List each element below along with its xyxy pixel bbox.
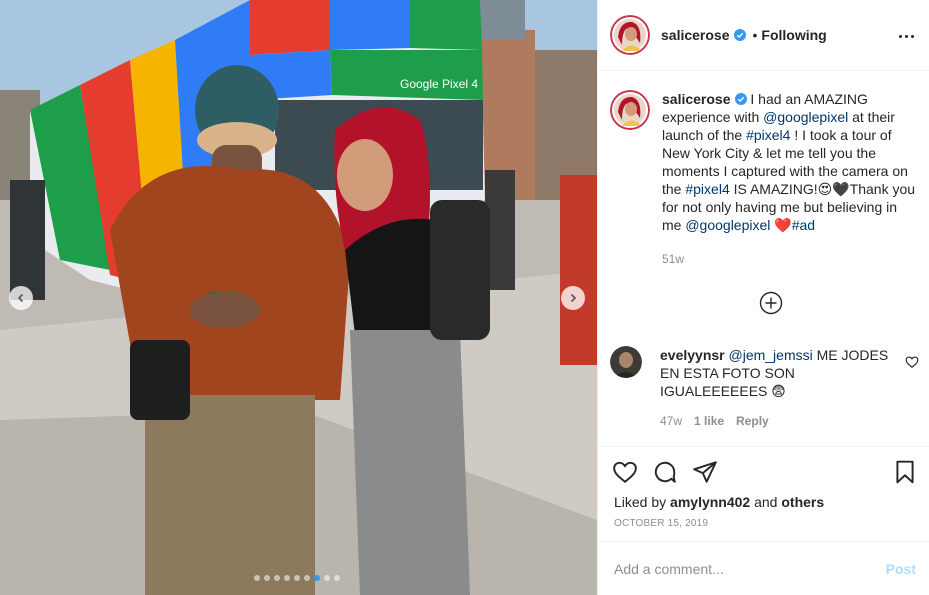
comment-like-count[interactable]: 1 like	[694, 414, 724, 428]
instagram-post: Google Pixel 4 salicerose • Following sa…	[0, 0, 929, 595]
chevron-right-icon	[570, 293, 577, 303]
avatar-image	[610, 15, 650, 55]
carousel-dot	[284, 575, 290, 581]
like-heart-icon[interactable]	[612, 459, 638, 485]
carousel-dot	[314, 575, 320, 581]
comment-bubble-icon[interactable]	[652, 459, 678, 485]
commenter-username[interactable]: evelyynsr	[660, 347, 725, 363]
following-button[interactable]: Following	[761, 27, 826, 43]
carousel-dot	[334, 575, 340, 581]
next-photo-button[interactable]	[561, 286, 585, 310]
carousel-dot	[304, 575, 310, 581]
bus-brand-text: Google Pixel 4	[400, 77, 478, 91]
author-username[interactable]: salicerose	[661, 27, 730, 43]
liked-by-summary: Liked by amylynn402 and others	[614, 494, 824, 510]
more-dot-icon	[904, 34, 908, 38]
commenter-avatar[interactable]	[610, 346, 642, 378]
verified-badge-icon	[733, 29, 746, 41]
hashtag-link[interactable]: #pixel4	[746, 127, 790, 143]
author-avatar[interactable]	[610, 15, 650, 55]
caption: salicerose I had an AMAZING experience w…	[610, 90, 920, 234]
comment-input[interactable]	[614, 560, 886, 577]
carousel-dot	[264, 575, 270, 581]
header-separator: •	[752, 27, 758, 43]
hashtag-link[interactable]: #pixel4	[685, 181, 729, 197]
comment-composer: Post	[598, 541, 929, 595]
more-dot-icon	[898, 34, 902, 38]
more-dot-icon	[910, 34, 914, 38]
like-comment-heart-icon[interactable]	[905, 355, 919, 369]
mention-link[interactable]: @jem_jemssi	[729, 347, 813, 363]
mention-link[interactable]: @googlepixel	[763, 109, 848, 125]
plus-circle-icon	[759, 291, 783, 315]
photo-scene: Google Pixel 4	[0, 0, 597, 595]
carousel-dot	[274, 575, 280, 581]
load-more-comments-button[interactable]	[759, 291, 783, 315]
comment-meta: 47w 1 like Reply	[660, 414, 769, 428]
verified-badge-icon	[734, 93, 747, 105]
post-side-panel: salicerose • Following salicerose I had …	[597, 0, 929, 595]
reply-button[interactable]: Reply	[736, 414, 769, 428]
avatar-image	[610, 90, 650, 130]
caption-username[interactable]: salicerose	[662, 91, 731, 107]
mention-link[interactable]: @googlepixel	[685, 217, 770, 233]
share-paper-plane-icon[interactable]	[692, 459, 718, 485]
caption-timestamp[interactable]: 51w	[662, 252, 684, 266]
post-date[interactable]: OCTOBER 15, 2019	[614, 518, 708, 529]
caption-avatar[interactable]	[610, 90, 650, 130]
previous-photo-button[interactable]	[9, 286, 33, 310]
more-options-button[interactable]	[896, 26, 916, 46]
action-bar	[598, 446, 929, 447]
caption-segment: ❤️	[770, 217, 792, 233]
liked-by-others[interactable]: others	[781, 494, 824, 510]
post-photo[interactable]: Google Pixel 4	[0, 0, 597, 595]
carousel-indicator	[254, 575, 340, 581]
liked-by-user[interactable]: amylynn402	[670, 494, 750, 510]
carousel-dot	[324, 575, 330, 581]
chevron-left-icon	[17, 293, 24, 303]
carousel-dot	[254, 575, 260, 581]
liked-by-middle: and	[750, 494, 782, 510]
avatar-image	[610, 346, 642, 378]
save-bookmark-icon[interactable]	[892, 459, 918, 485]
liked-by-prefix: Liked by	[614, 494, 671, 510]
comment-timestamp[interactable]: 47w	[660, 414, 682, 428]
caption-text: salicerose I had an AMAZING experience w…	[662, 90, 920, 234]
comment-text: evelyynsr @jem_jemssi ME JODES EN ESTA F…	[660, 346, 900, 400]
comment: evelyynsr @jem_jemssi ME JODES EN ESTA F…	[610, 346, 920, 400]
post-comment-button[interactable]: Post	[886, 561, 916, 577]
carousel-dot	[294, 575, 300, 581]
post-header: salicerose • Following	[598, 0, 929, 71]
hashtag-link[interactable]: #ad	[792, 217, 815, 233]
